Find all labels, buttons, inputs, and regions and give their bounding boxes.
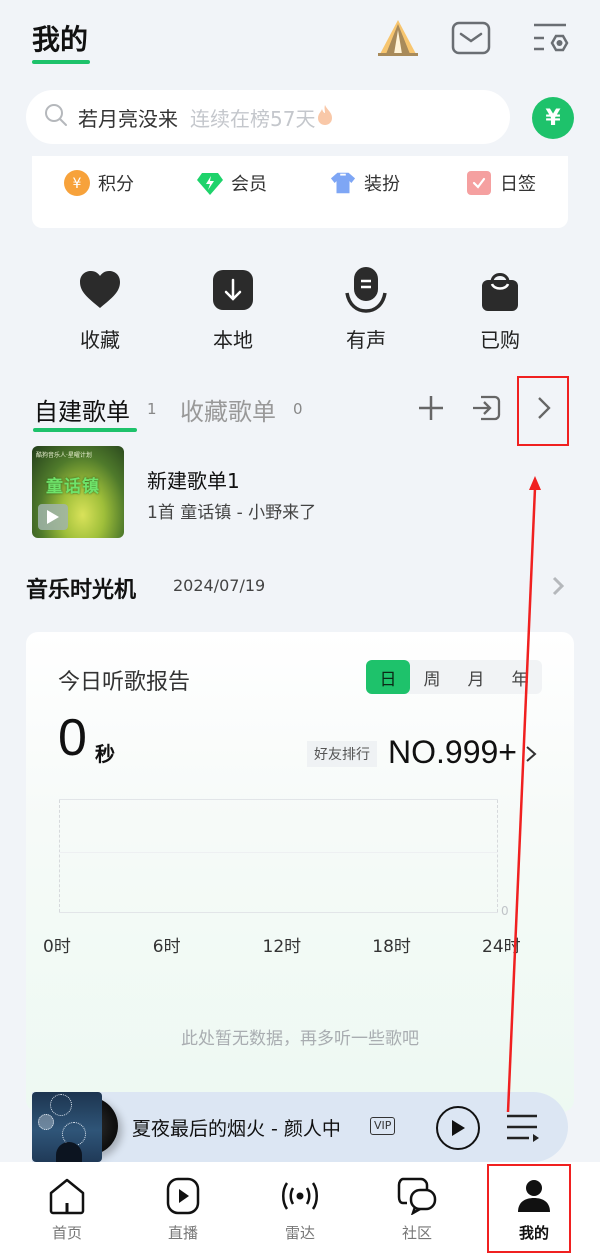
settings-menu-icon[interactable] xyxy=(528,16,572,60)
live-play-icon xyxy=(163,1176,203,1216)
heart-icon xyxy=(78,268,122,312)
mail-icon[interactable] xyxy=(449,16,493,60)
report-title: 今日听歌报告 xyxy=(58,670,191,695)
period-day[interactable]: 日 xyxy=(366,660,410,694)
shortcut-audiobook[interactable]: 有声 xyxy=(326,267,406,353)
empty-chart-message: 此处暂无数据，再多听一些歌吧 xyxy=(181,1029,419,1049)
audiobook-icon xyxy=(344,267,388,313)
shortcut-purchased[interactable]: 已购 xyxy=(460,268,540,353)
title-underline xyxy=(32,60,90,64)
vip-badge: VIP xyxy=(370,1117,396,1135)
nav-radar[interactable]: 雷达 xyxy=(250,1176,350,1243)
fire-icon xyxy=(317,104,333,130)
shopping-bag-icon xyxy=(478,268,522,312)
time-machine-date: 2024/07/19 xyxy=(173,576,266,595)
yen-button[interactable]: ¥ xyxy=(532,97,574,139)
period-selector: 日 周 月 年 xyxy=(366,660,542,694)
add-icon[interactable] xyxy=(413,390,449,426)
shortcut-favorites[interactable]: 收藏 xyxy=(60,268,140,353)
annotation-highlight-chevron xyxy=(517,376,569,446)
quick-link-points[interactable]: ¥ 积分 xyxy=(64,168,134,198)
x-tick-label: 0时 xyxy=(43,937,71,957)
annotation-highlight-profile-tab xyxy=(487,1164,571,1253)
tab-self-created-playlists[interactable]: 自建歌单 xyxy=(34,392,130,427)
period-week[interactable]: 周 xyxy=(410,660,454,694)
play-button[interactable] xyxy=(436,1106,480,1150)
home-icon xyxy=(47,1176,87,1216)
listen-duration-unit: 秒 xyxy=(95,742,115,766)
chart-gridline-mid xyxy=(59,852,498,853)
search-bar[interactable]: 若月亮没来 连续在榜57天 xyxy=(26,90,510,144)
playlist-subtitle: 1首 童话镇 - 小野来了 xyxy=(147,503,317,523)
nav-home[interactable]: 首页 xyxy=(17,1176,117,1243)
nav-community[interactable]: 社区 xyxy=(367,1176,467,1243)
x-tick-label: 18时 xyxy=(372,937,411,957)
active-tab-underline xyxy=(33,428,137,432)
page-title: 我的 xyxy=(32,23,89,56)
time-machine-chevron-icon[interactable] xyxy=(548,574,568,598)
friend-rank-value[interactable]: NO.999+ xyxy=(388,734,517,771)
shortcut-local[interactable]: 本地 xyxy=(193,268,273,353)
vip-diamond-icon xyxy=(197,170,223,196)
play-icon xyxy=(452,1120,465,1136)
listening-chart xyxy=(59,799,498,913)
rank-chevron-icon[interactable] xyxy=(524,744,538,764)
daily-checkin-icon xyxy=(466,170,492,196)
friend-rank-label: 好友排行 xyxy=(307,741,377,767)
search-icon xyxy=(44,103,68,131)
playlist-name[interactable]: 新建歌单1 xyxy=(147,465,240,494)
download-icon xyxy=(211,268,255,312)
nav-live[interactable]: 直播 xyxy=(133,1176,233,1243)
chart-gridline-left xyxy=(59,800,60,912)
collected-count: 0 xyxy=(293,400,303,418)
listen-duration-value: 0 xyxy=(58,709,87,767)
x-tick-label: 6时 xyxy=(152,937,181,957)
import-icon[interactable] xyxy=(468,390,504,426)
x-tick-label: 12时 xyxy=(262,937,302,957)
quick-link-daily-checkin[interactable]: 日签 xyxy=(466,168,536,198)
points-coin-icon: ¥ xyxy=(64,170,90,196)
community-chat-icon xyxy=(397,1176,437,1216)
search-hint: 连续在榜57天 xyxy=(190,106,316,131)
y-tick-label: 0 xyxy=(501,904,509,918)
now-playing-song[interactable]: 夏夜最后的烟火 - 颜人中 xyxy=(132,1114,341,1141)
quick-link-vip[interactable]: 会员 xyxy=(197,168,267,198)
period-year[interactable]: 年 xyxy=(498,660,542,694)
time-machine-title[interactable]: 音乐时光机 xyxy=(26,572,136,604)
playlist-cover[interactable]: 酷狗音乐人·星曜计划 童话镇 xyxy=(32,446,124,538)
svg-text:¥: ¥ xyxy=(73,176,82,192)
tshirt-icon xyxy=(330,170,356,196)
tab-collected-playlists[interactable]: 收藏歌单 xyxy=(180,392,276,427)
play-icon[interactable] xyxy=(38,504,68,530)
quick-link-dressup[interactable]: 装扮 xyxy=(330,168,400,198)
camp-tent-icon[interactable] xyxy=(376,16,420,60)
chart-gridline-right xyxy=(497,800,498,912)
x-tick-label: 24时 xyxy=(482,937,521,957)
period-month[interactable]: 月 xyxy=(454,660,498,694)
radar-icon xyxy=(280,1176,320,1216)
now-playing-cover[interactable] xyxy=(32,1092,102,1162)
search-query: 若月亮没来 xyxy=(78,106,178,131)
self-created-count: 1 xyxy=(147,400,157,418)
playlist-queue-icon[interactable] xyxy=(503,1108,543,1148)
